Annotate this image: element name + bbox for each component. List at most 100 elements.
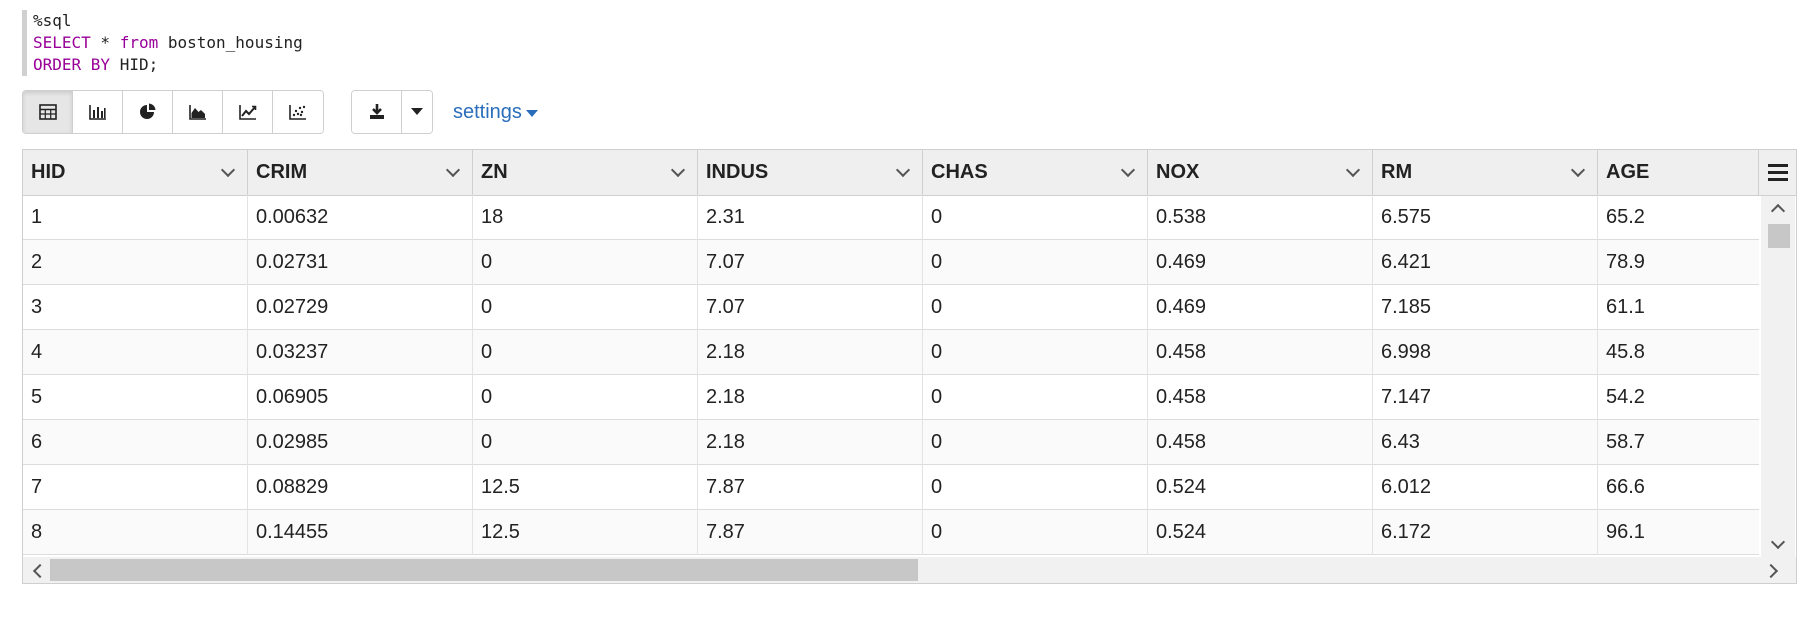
table-cell: 78.9 bbox=[1606, 251, 1645, 273]
table-cell: 0 bbox=[923, 465, 1148, 510]
sql-line: SELECT * from boston_housing bbox=[33, 32, 633, 54]
table-row[interactable]: 3 0.02729 0 7.07 0 0.469 7.185 61.1 bbox=[23, 285, 1759, 330]
table-cell: 18 bbox=[473, 195, 698, 240]
table-cell: 58.7 bbox=[1606, 431, 1645, 453]
column-header-rm[interactable]: RM bbox=[1373, 150, 1598, 195]
column-header-label: HID bbox=[31, 161, 66, 183]
bar-chart-button[interactable] bbox=[73, 91, 123, 133]
chevron-down-icon[interactable] bbox=[1120, 162, 1136, 178]
table-cell: 0 bbox=[473, 240, 698, 285]
scroll-right-icon[interactable] bbox=[1763, 563, 1779, 579]
chevron-down-icon[interactable] bbox=[670, 162, 686, 178]
table-cell: 0 bbox=[923, 285, 1148, 330]
table-cell: 6.012 bbox=[1373, 465, 1598, 510]
table-row[interactable]: 6 0.02985 0 2.18 0 0.458 6.43 58.7 bbox=[23, 420, 1759, 465]
table-cell: 0.538 bbox=[1148, 195, 1373, 240]
table-cell: 6 bbox=[23, 420, 248, 465]
grid-body: 1 0.00632 18 2.31 0 0.538 6.575 65.2 2 0.02731 0 7.… bbox=[23, 195, 1759, 559]
vertical-scroll-thumb[interactable] bbox=[1768, 224, 1790, 248]
scroll-up-icon[interactable] bbox=[1770, 203, 1786, 219]
table-cell: 0.469 bbox=[1148, 285, 1373, 330]
chevron-down-icon[interactable] bbox=[1345, 162, 1361, 178]
chevron-down-icon[interactable] bbox=[895, 162, 911, 178]
column-header-crim[interactable]: CRIM bbox=[248, 150, 473, 195]
table-row[interactable]: 4 0.03237 0 2.18 0 0.458 6.998 45.8 bbox=[23, 330, 1759, 375]
sql-editor[interactable]: %sql SELECT * from boston_housing ORDER BY… bbox=[22, 10, 633, 76]
column-header-label: NOX bbox=[1156, 161, 1200, 183]
column-header-label: INDUS bbox=[706, 161, 769, 183]
column-header-nox[interactable]: NOX bbox=[1148, 150, 1373, 195]
visualization-switcher bbox=[22, 90, 324, 134]
table-cell: 12.5 bbox=[473, 510, 698, 555]
table-cell: 6.998 bbox=[1373, 330, 1598, 375]
table-cell: 96.1 bbox=[1606, 521, 1645, 543]
chevron-down-icon[interactable] bbox=[1570, 162, 1586, 178]
pie-chart-button[interactable] bbox=[123, 91, 173, 133]
horizontal-scroll-thumb[interactable] bbox=[50, 559, 918, 581]
table-cell: 0.458 bbox=[1148, 375, 1373, 420]
menu-icon bbox=[1767, 164, 1788, 167]
settings-dropdown[interactable]: settings bbox=[453, 101, 538, 124]
table-cell: 0.02729 bbox=[248, 285, 473, 330]
sql-token: SELECT bbox=[33, 33, 91, 52]
table-cell: 7.185 bbox=[1373, 285, 1598, 330]
download-button[interactable] bbox=[352, 91, 402, 133]
download-group bbox=[351, 90, 433, 134]
table-cell: 0.03237 bbox=[248, 330, 473, 375]
column-header-indus[interactable]: INDUS bbox=[698, 150, 923, 195]
caret-down-icon bbox=[525, 109, 538, 117]
column-header-label: ZN bbox=[481, 161, 508, 183]
scroll-left-icon[interactable] bbox=[32, 563, 48, 579]
column-header-age[interactable]: AGE bbox=[1598, 150, 1748, 195]
scatter-chart-icon bbox=[289, 105, 306, 120]
table-cell: 0.06905 bbox=[248, 375, 473, 420]
grid-menu-button[interactable] bbox=[1758, 150, 1796, 195]
table-view-button[interactable] bbox=[23, 91, 73, 133]
table-cell: 7.87 bbox=[698, 465, 923, 510]
table-cell: 0 bbox=[923, 510, 1148, 555]
horizontal-scrollbar[interactable] bbox=[23, 557, 1796, 583]
chevron-down-icon[interactable] bbox=[445, 162, 461, 178]
table-cell: 7 bbox=[23, 465, 248, 510]
table-cell: 0.524 bbox=[1148, 465, 1373, 510]
table-cell: 61.1 bbox=[1606, 296, 1645, 318]
sql-token: * bbox=[90, 33, 120, 52]
table-row[interactable]: 5 0.06905 0 2.18 0 0.458 7.147 54.2 bbox=[23, 375, 1759, 420]
table-row[interactable]: 2 0.02731 0 7.07 0 0.469 6.421 78.9 bbox=[23, 240, 1759, 285]
result-grid: HID CRIM ZN INDUS CHAS NOX RM AGE 1 0.00632 18 2.3… bbox=[22, 149, 1797, 584]
column-header-label: AGE bbox=[1606, 161, 1650, 183]
line-chart-button[interactable] bbox=[223, 91, 273, 133]
table-cell: 0.08829 bbox=[248, 465, 473, 510]
table-cell: 0 bbox=[473, 375, 698, 420]
table-cell: 6.172 bbox=[1373, 510, 1598, 555]
sql-token: %sql bbox=[33, 11, 72, 30]
table-row[interactable]: 1 0.00632 18 2.31 0 0.538 6.575 65.2 bbox=[23, 195, 1759, 240]
table-cell: 0.02731 bbox=[248, 240, 473, 285]
table-cell: 7.87 bbox=[698, 510, 923, 555]
column-header-label: RM bbox=[1381, 161, 1413, 183]
pie-chart-icon bbox=[139, 103, 155, 119]
download-options-button[interactable] bbox=[402, 91, 432, 133]
table-cell: 6.575 bbox=[1373, 195, 1598, 240]
table-cell: 0 bbox=[473, 285, 698, 330]
column-header-zn[interactable]: ZN bbox=[473, 150, 698, 195]
table-cell: 2 bbox=[23, 240, 248, 285]
grid-header: HID CRIM ZN INDUS CHAS NOX RM AGE bbox=[23, 150, 1796, 196]
table-icon bbox=[38, 104, 57, 120]
table-cell: 66.6 bbox=[1606, 476, 1645, 498]
column-header-label: CHAS bbox=[931, 161, 988, 183]
table-cell: 0 bbox=[923, 375, 1148, 420]
chevron-down-icon[interactable] bbox=[220, 162, 236, 178]
table-cell: 0 bbox=[923, 420, 1148, 465]
area-chart-button[interactable] bbox=[173, 91, 223, 133]
column-header-hid[interactable]: HID bbox=[23, 150, 248, 195]
column-header-chas[interactable]: CHAS bbox=[923, 150, 1148, 195]
table-cell: 8 bbox=[23, 510, 248, 555]
scatter-chart-button[interactable] bbox=[273, 91, 323, 133]
table-row[interactable]: 8 0.14455 12.5 7.87 0 0.524 6.172 96.1 bbox=[23, 510, 1759, 555]
area-chart-icon bbox=[188, 105, 206, 120]
table-cell: 54.2 bbox=[1606, 386, 1645, 408]
table-row[interactable]: 7 0.08829 12.5 7.87 0 0.524 6.012 66.6 bbox=[23, 465, 1759, 510]
scroll-down-icon[interactable] bbox=[1770, 534, 1786, 550]
vertical-scrollbar[interactable] bbox=[1761, 196, 1795, 559]
